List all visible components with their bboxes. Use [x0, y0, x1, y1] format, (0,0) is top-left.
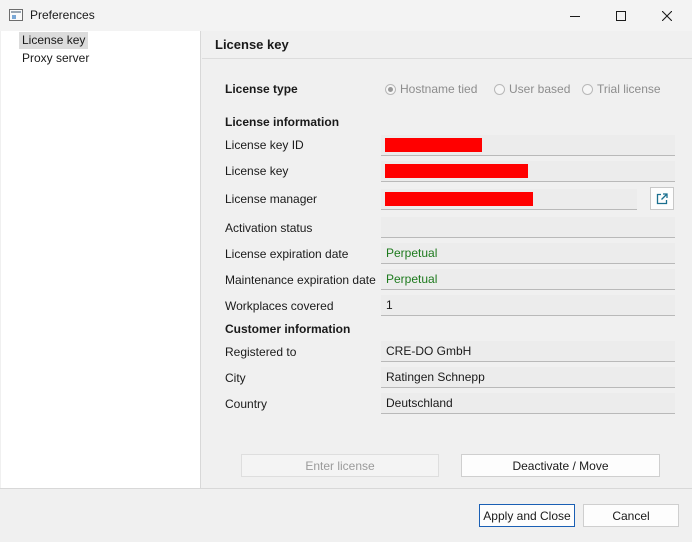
title-bar[interactable]: Preferences	[0, 0, 692, 31]
activation-status-field[interactable]	[381, 217, 675, 238]
tree-item-license-key[interactable]: License key	[19, 32, 89, 49]
license-manager-label: License manager	[225, 192, 318, 206]
dialog-footer: Apply and Close Cancel	[0, 489, 692, 542]
close-icon	[662, 10, 672, 21]
preferences-tree: License key Proxy server	[1, 31, 201, 488]
registered-to-value: CRE-DO GmbH	[386, 344, 472, 358]
redacted-value	[385, 192, 533, 206]
maintenance-expiration-label: Maintenance expiration date	[225, 273, 376, 287]
external-link-icon	[656, 192, 668, 204]
license-expiration-value: Perpetual	[386, 246, 438, 260]
radio-user-based-label: User based	[509, 82, 571, 96]
radio-trial-license[interactable]: Trial license	[582, 82, 661, 96]
city-value: Ratingen Schnepp	[386, 370, 485, 384]
radio-unselected-icon	[582, 83, 593, 95]
country-value: Deutschland	[386, 396, 453, 410]
license-key-id-field[interactable]	[381, 135, 675, 156]
page-title: License key	[215, 37, 289, 52]
workplaces-covered-field[interactable]: 1	[381, 295, 675, 316]
maximize-button[interactable]	[598, 0, 644, 31]
maximize-icon	[616, 10, 626, 21]
license-key-panel: License type Hostname tied User based Tr…	[202, 59, 692, 488]
redacted-value	[385, 164, 528, 178]
workplaces-covered-value: 1	[386, 298, 393, 312]
tree-item-proxy-server[interactable]: Proxy server	[19, 50, 92, 67]
close-button[interactable]	[644, 0, 690, 31]
preferences-window: Preferences License key Proxy server Lic…	[0, 0, 692, 542]
city-label: City	[225, 371, 246, 385]
activation-status-label: Activation status	[225, 221, 313, 235]
customer-information-heading: Customer information	[225, 322, 351, 336]
deactivate-move-button[interactable]: Deactivate / Move	[461, 454, 660, 477]
radio-hostname-tied-label: Hostname tied	[400, 82, 478, 96]
window-title: Preferences	[30, 8, 95, 22]
license-expiration-label: License expiration date	[225, 247, 349, 261]
license-manager-field[interactable]	[381, 189, 637, 210]
registered-to-label: Registered to	[225, 345, 297, 359]
maintenance-expiration-field[interactable]: Perpetual	[381, 269, 675, 290]
cancel-button[interactable]: Cancel	[583, 504, 679, 527]
radio-selected-icon	[385, 83, 396, 95]
enter-license-button[interactable]: Enter license	[241, 454, 439, 477]
minimize-icon	[570, 15, 580, 17]
radio-unselected-icon	[494, 83, 505, 95]
radio-user-based[interactable]: User based	[494, 82, 570, 96]
redacted-value	[385, 138, 482, 152]
minimize-button[interactable]	[552, 0, 598, 31]
license-expiration-field[interactable]: Perpetual	[381, 243, 675, 264]
registered-to-field[interactable]: CRE-DO GmbH	[381, 341, 675, 362]
country-label: Country	[225, 397, 268, 411]
workplaces-covered-label: Workplaces covered	[225, 299, 334, 313]
license-key-label: License key	[225, 164, 289, 178]
country-field[interactable]: Deutschland	[381, 393, 675, 414]
license-key-field[interactable]	[381, 161, 675, 182]
apply-and-close-button[interactable]: Apply and Close	[479, 504, 575, 527]
app-window-icon	[9, 9, 23, 21]
license-information-heading: License information	[225, 115, 340, 129]
panel-header: License key	[202, 31, 692, 59]
radio-hostname-tied[interactable]: Hostname tied	[385, 82, 477, 96]
license-type-label: License type	[225, 82, 298, 96]
license-key-id-label: License key ID	[225, 138, 304, 152]
maintenance-expiration-value: Perpetual	[386, 272, 438, 286]
radio-trial-license-label: Trial license	[597, 82, 661, 96]
city-field[interactable]: Ratingen Schnepp	[381, 367, 675, 388]
open-license-manager-button[interactable]	[650, 187, 674, 210]
